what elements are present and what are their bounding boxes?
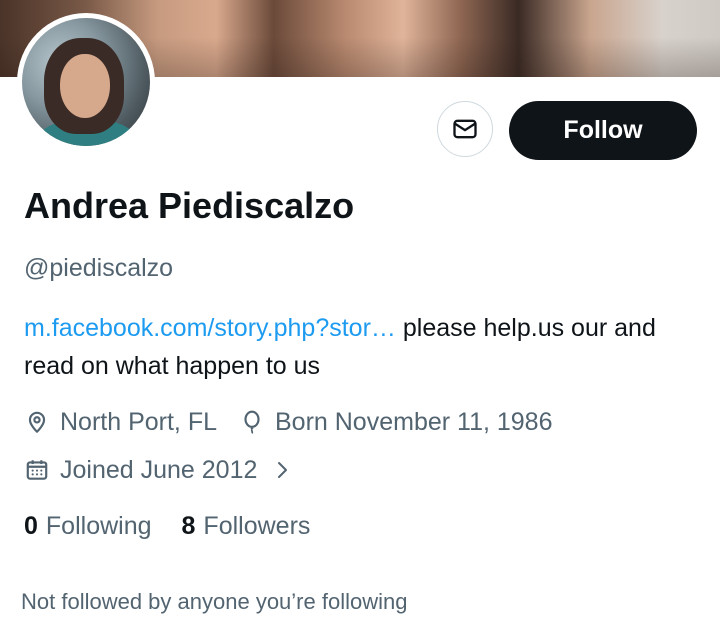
balloon-icon — [239, 409, 265, 435]
joined-row[interactable]: Joined June 2012 — [24, 453, 293, 487]
calendar-icon — [24, 457, 50, 483]
following-label: Following — [45, 512, 152, 540]
envelope-icon — [453, 119, 477, 139]
followers-label: Followers — [203, 512, 311, 540]
follow-counts: 0 Following 8 Followers — [24, 512, 310, 541]
profile-name: Andrea Piediscalzo — [24, 185, 355, 226]
followers-count: 8 — [181, 512, 196, 540]
joined-item[interactable]: Joined June 2012 — [24, 456, 293, 485]
avatar[interactable] — [17, 13, 155, 151]
followers-count-link[interactable]: 8 Followers — [182, 512, 311, 541]
profile-bio: m.facebook.com/story.php?stor… please he… — [24, 309, 704, 385]
profile-meta-row: North Port, FL Born November 11, 1986 — [24, 405, 552, 439]
birthday-text: Born November 11, 1986 — [275, 407, 553, 436]
avatar-face — [60, 54, 110, 118]
location-text: North Port, FL — [60, 407, 217, 436]
message-button[interactable] — [437, 101, 493, 157]
following-count: 0 — [24, 512, 38, 540]
location-pin-icon — [24, 409, 50, 435]
followed-by-note: Not followed by anyone you’re following — [21, 589, 408, 614]
chevron-right-icon[interactable] — [273, 459, 293, 481]
bio-link[interactable]: m.facebook.com/story.php?stor… — [24, 314, 396, 342]
birthday-item: Born November 11, 1986 — [239, 408, 552, 437]
profile-handle: @piediscalzo — [24, 254, 174, 282]
avatar-photo — [22, 18, 150, 146]
joined-text: Joined June 2012 — [60, 455, 258, 484]
following-count-link[interactable]: 0 Following — [24, 512, 152, 541]
location-item: North Port, FL — [24, 408, 217, 437]
follow-button[interactable]: Follow — [509, 101, 697, 160]
